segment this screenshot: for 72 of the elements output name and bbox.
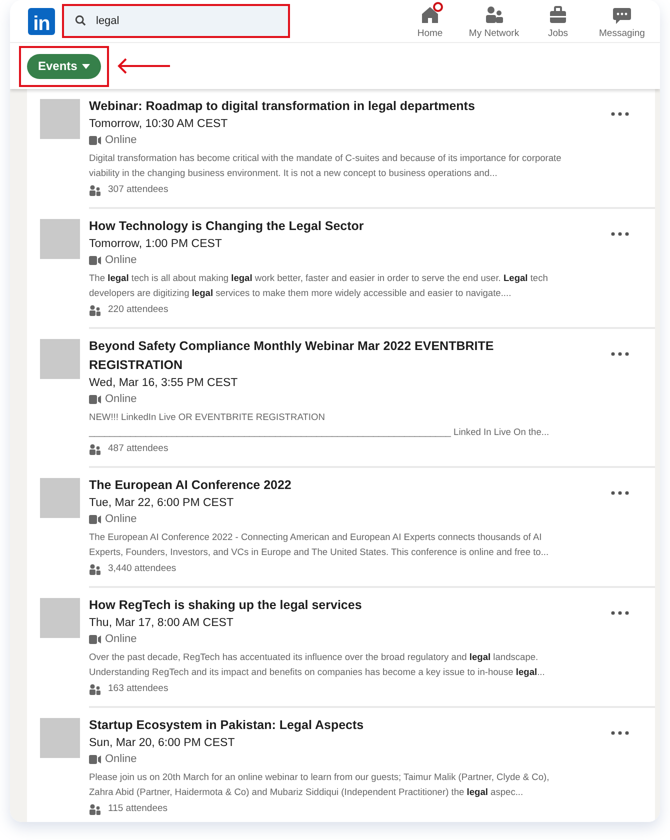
event-description: Digital transformation has become critical with the mandate of C-suites and because of its importance for corporate viability in the changing business environment. It is not a new concept to business operations and... (89, 152, 562, 180)
nav-item[interactable]: Messaging (590, 4, 654, 38)
event-time: Thu, Mar 17, 8:00 AM CEST (89, 616, 234, 631)
attendee-count: 163 attendees (108, 682, 168, 696)
event-location: Online (105, 253, 137, 268)
ellipsis-icon (611, 112, 629, 116)
event-description: Please join us on 20th March for an online webinar to learn from our guests; Taimur Malik (Partner, Clyde & Co), Zahra Abid (Partner, Haidermota & Co) and Mubariz Siddiqui (Independent Practitioner) the legal aspec... (89, 771, 550, 799)
event-location: Online (105, 133, 137, 148)
attendee-count: 3,440 attendees (108, 562, 176, 576)
event-location: Online (105, 512, 137, 527)
video-camera-icon (89, 755, 101, 764)
people-icon (483, 4, 505, 26)
people-icon (89, 304, 101, 316)
more-options-button[interactable] (611, 229, 629, 239)
event-title[interactable]: Webinar: Roadmap to digital transformation in legal departments (89, 97, 475, 116)
people-icon (89, 804, 101, 814)
more-options-button[interactable] (611, 728, 629, 738)
event-location: Online (105, 632, 137, 647)
video-camera-icon (89, 635, 101, 644)
briefcase-icon (547, 4, 569, 26)
attendee-count: 220 attendees (108, 303, 168, 317)
people-icon (89, 184, 101, 196)
people-icon (89, 684, 101, 694)
event-description: NEW!!! LinkedIn Live OR EVENTBRITE REGISTRATION ______________________________________________________________________ Linked In Live On the... (89, 411, 550, 439)
attendee-count: 115 attendees (108, 802, 168, 816)
more-options-button[interactable] (611, 488, 629, 498)
arrow-drawing (117, 58, 172, 74)
ellipsis-icon (611, 232, 629, 236)
video-camera-icon (89, 515, 101, 524)
event-title[interactable]: Startup Ecosystem in Pakistan: Legal Aspects (89, 716, 364, 735)
ellipsis-icon (611, 731, 629, 735)
ellipsis-icon (611, 611, 629, 615)
event-time: Wed, Mar 16, 3:55 PM CEST (89, 376, 238, 391)
photo-placeholder (40, 339, 80, 379)
event-title[interactable]: Beyond Safety Compliance Monthly Webinar Mar 2022 EVENTBRITE REGISTRATION (89, 337, 504, 375)
video-camera-icon (89, 256, 101, 265)
event-location: Online (105, 392, 137, 407)
photo-placeholder (40, 718, 80, 758)
event-title[interactable]: How RegTech is shaking up the legal services (89, 596, 362, 615)
people-icon (89, 564, 101, 574)
video-camera-icon (89, 395, 101, 404)
photo-placeholder (40, 219, 80, 259)
video-camera-icon (89, 136, 101, 145)
filter-button[interactable]: Events (27, 54, 102, 78)
event-title[interactable]: How Technology is Changing the Legal Sector (89, 217, 364, 236)
event-description: The European AI Conference 2022 - Connecting American and European AI Experts connects thousands of AI Experts, Founders, Investors, and VCs in Europe and The United States. This conference is online and free to... (89, 531, 550, 559)
nav-item[interactable]: My Network (462, 4, 526, 38)
event-time: Tomorrow, 10:30 AM CEST (89, 117, 228, 132)
ellipsis-icon (611, 491, 629, 495)
event-time: Sun, Mar 20, 6:00 PM CEST (89, 736, 235, 751)
logo[interactable]: in (28, 8, 55, 34)
event-description: The legal tech is all about making legal work better, faster and easier in order to serve the end user. Legal tech developers are digitizing legal services to make them more widely accessible and easier to navigate.... (89, 272, 549, 300)
nav-item[interactable]: Jobs (526, 4, 590, 38)
attendee-count: 487 attendees (108, 442, 168, 456)
caret-icon (82, 64, 90, 68)
event-location: Online (105, 752, 137, 767)
people-icon (89, 444, 101, 454)
more-options-button[interactable] (611, 349, 629, 359)
photo-placeholder (40, 99, 80, 139)
photo-placeholder (40, 598, 80, 638)
more-options-button[interactable] (611, 608, 629, 618)
event-time: Tomorrow, 1:00 PM CEST (89, 237, 222, 252)
photo-placeholder (40, 478, 80, 518)
event-time: Tue, Mar 22, 6:00 PM CEST (89, 496, 234, 511)
nav-item[interactable]: Home (398, 4, 462, 38)
ellipsis-icon (611, 352, 629, 356)
search-field[interactable]: legal (62, 4, 290, 38)
event-description: Over the past decade, RegTech has accentuated its influence over the broad regulatory and legal landscape. Understanding RegTech and its impact and benefits on companies has become a key issue to in-house legal... (89, 651, 546, 679)
more-options-button[interactable] (611, 109, 629, 119)
event-title[interactable]: The European AI Conference 2022 (89, 476, 292, 495)
search-icon (75, 15, 86, 26)
attendee-count: 307 attendees (108, 183, 168, 197)
